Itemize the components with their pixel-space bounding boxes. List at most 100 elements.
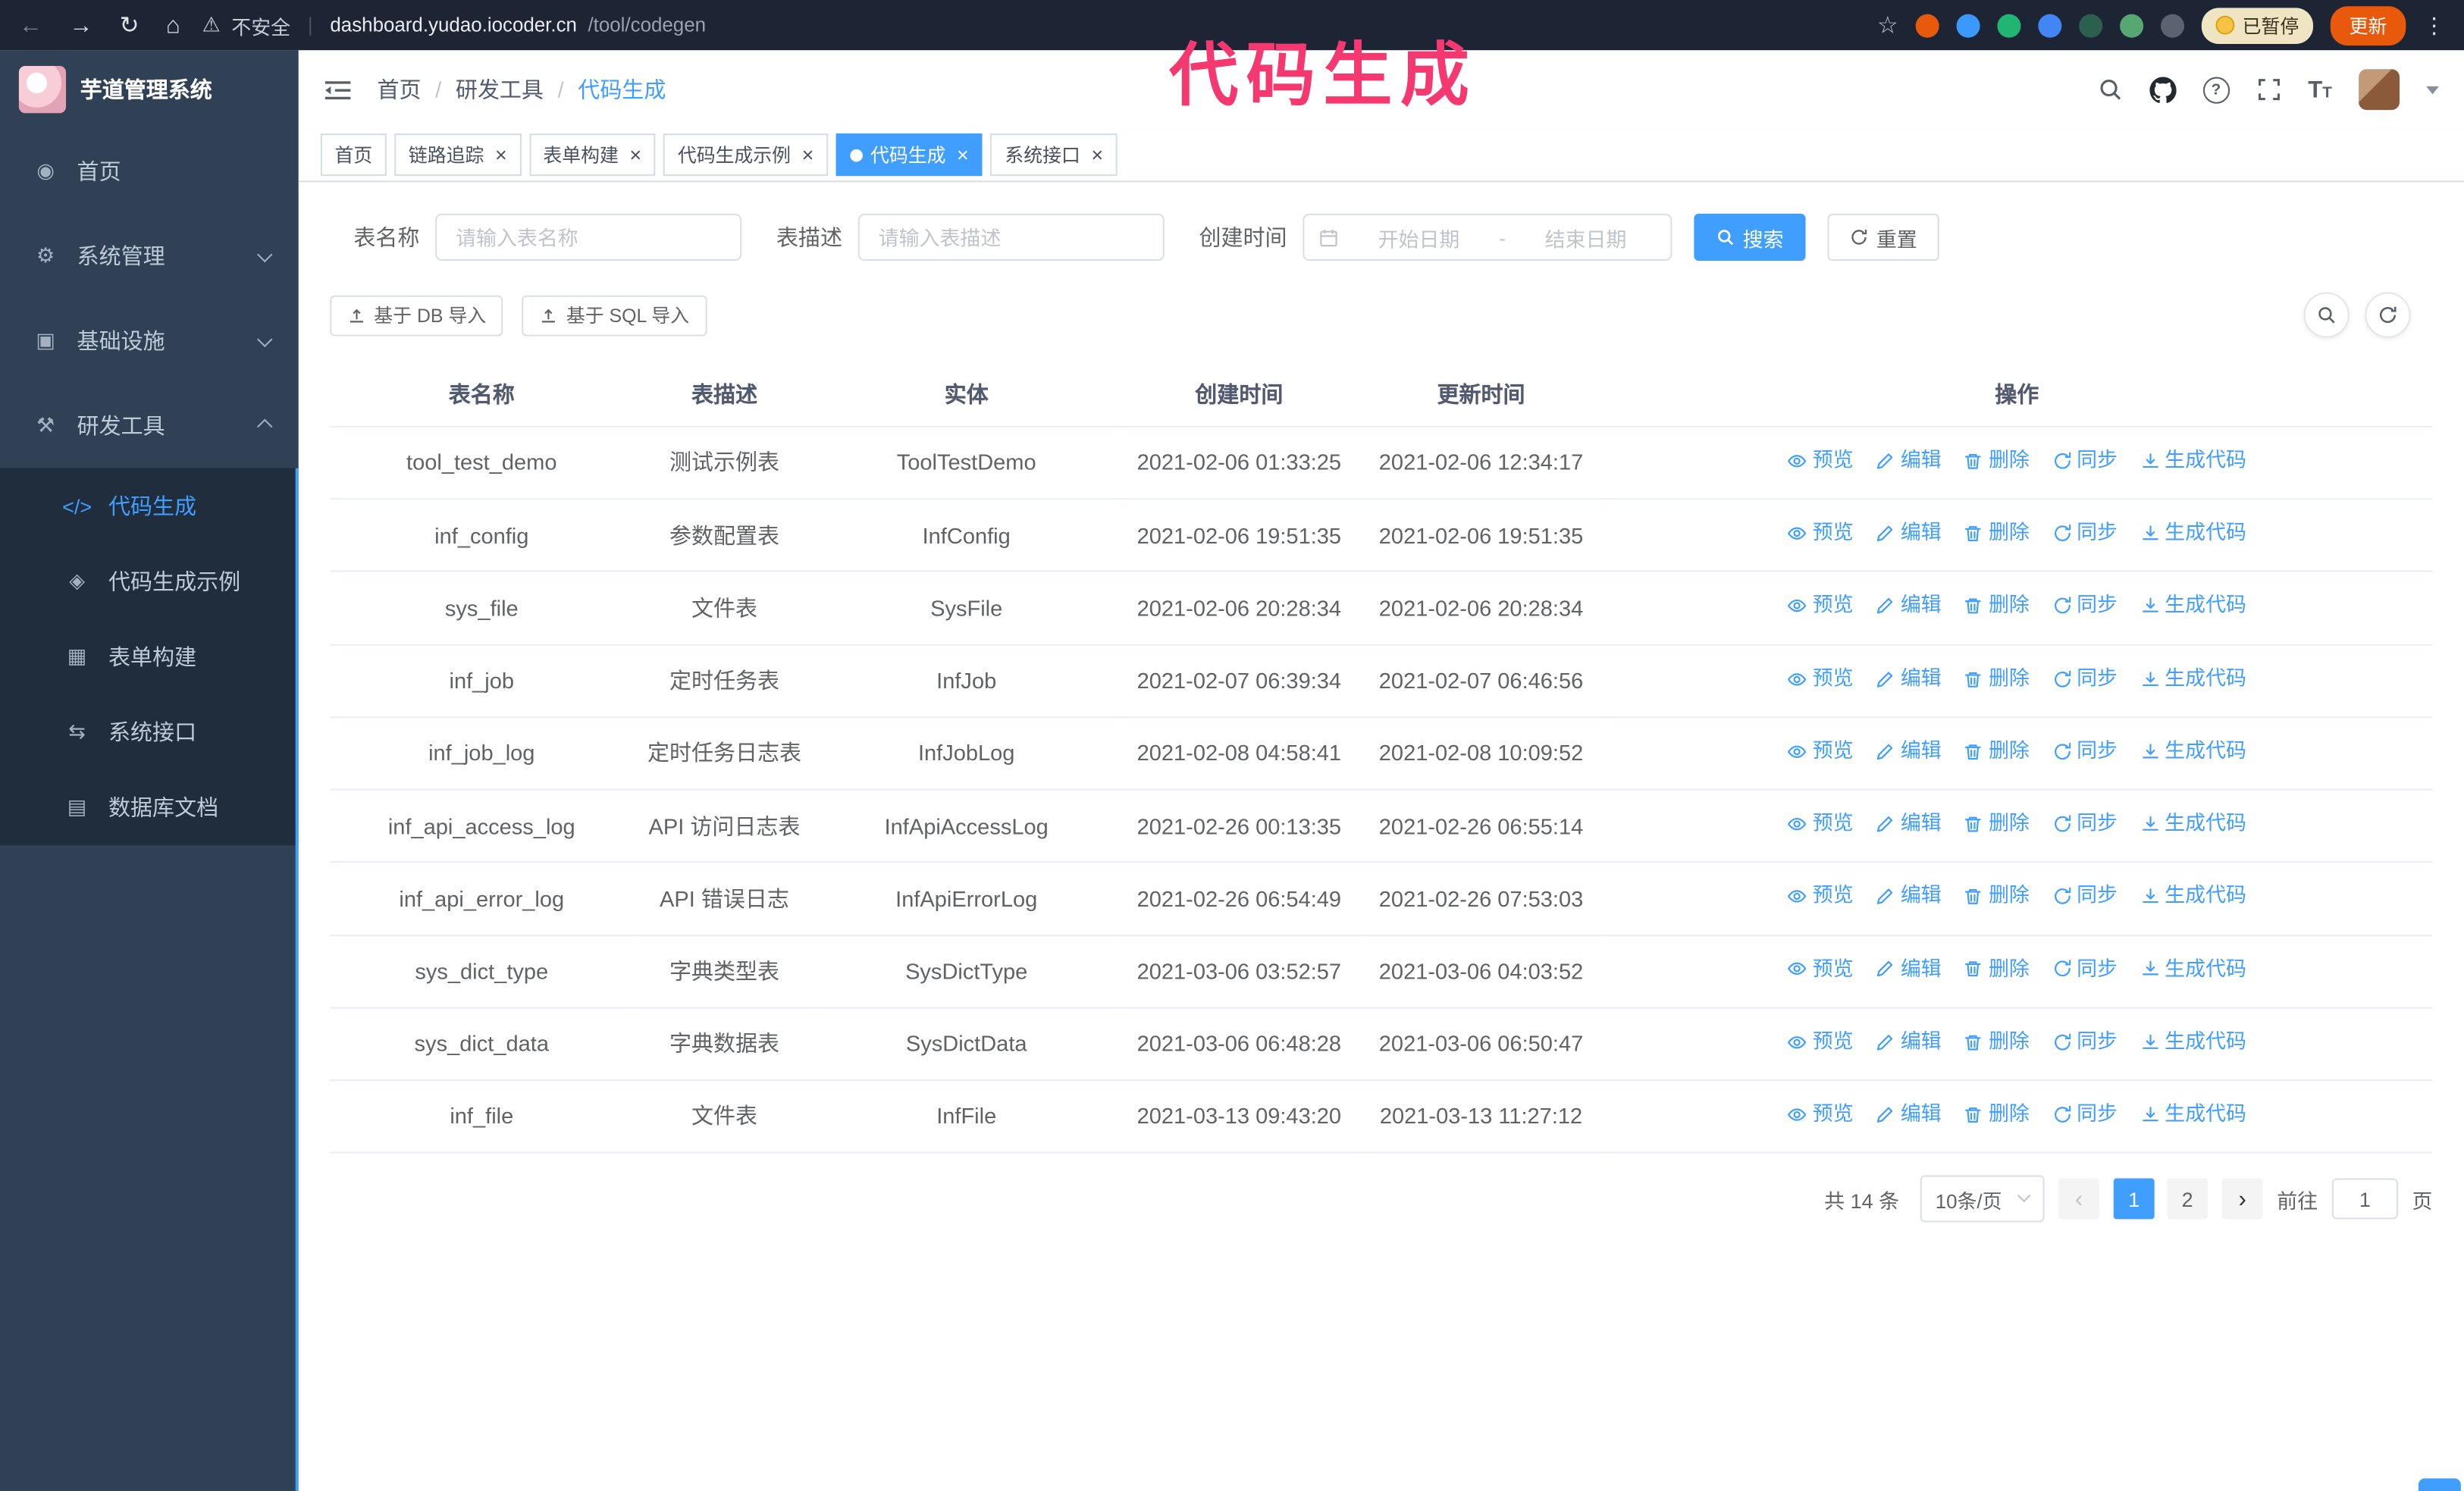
action-sync-link[interactable]: 同步 — [2052, 664, 2118, 694]
back-icon[interactable]: ← — [19, 14, 42, 37]
search-button[interactable]: 搜索 — [1694, 213, 1806, 262]
action-generate-link[interactable]: 生成代码 — [2140, 1027, 2246, 1057]
action-preview-link[interactable]: 预览 — [1788, 591, 1854, 621]
forward-icon[interactable]: → — [69, 14, 92, 37]
goto-page-input[interactable] — [2331, 1178, 2398, 1220]
sidebar-item-home[interactable]: ◉ 首页 — [0, 129, 299, 214]
action-delete-link[interactable]: 删除 — [1964, 591, 2030, 621]
date-range-picker[interactable]: 开始日期 - 结束日期 — [1303, 213, 1672, 262]
table-desc-input[interactable] — [857, 213, 1165, 262]
user-avatar[interactable] — [2359, 69, 2400, 111]
page-button[interactable]: 1 — [2113, 1178, 2155, 1220]
breadcrumb-item[interactable]: 首页 — [377, 74, 421, 105]
search-icon[interactable] — [2097, 77, 2122, 102]
action-generate-link[interactable]: 生成代码 — [2140, 664, 2246, 694]
action-delete-link[interactable]: 删除 — [1964, 1100, 2030, 1129]
action-edit-link[interactable]: 编辑 — [1876, 591, 1942, 621]
action-sync-link[interactable]: 同步 — [2052, 810, 2118, 839]
action-sync-link[interactable]: 同步 — [2052, 1027, 2118, 1057]
action-generate-link[interactable]: 生成代码 — [2140, 518, 2246, 548]
action-generate-link[interactable]: 生成代码 — [2140, 810, 2246, 839]
bookmark-star-icon[interactable]: ☆ — [1877, 11, 1898, 39]
action-sync-link[interactable]: 同步 — [2052, 954, 2118, 984]
sidebar-item-system[interactable]: ⚙ 系统管理 — [0, 214, 299, 299]
action-preview-link[interactable]: 预览 — [1788, 518, 1854, 548]
refresh-table-button[interactable] — [2365, 292, 2411, 338]
tab-item[interactable]: 系统接口 × — [990, 133, 1118, 177]
action-edit-link[interactable]: 编辑 — [1876, 954, 1942, 984]
action-delete-link[interactable]: 删除 — [1964, 446, 2030, 476]
tab-item[interactable]: 表单构建 × — [528, 133, 656, 177]
font-size-icon[interactable]: TT — [2308, 78, 2332, 102]
action-preview-link[interactable]: 预览 — [1788, 810, 1854, 839]
extension-icon[interactable] — [2079, 13, 2103, 37]
close-tab-icon[interactable]: × — [629, 145, 641, 165]
page-button[interactable]: 2 — [2167, 1178, 2209, 1220]
close-tab-icon[interactable]: × — [495, 145, 507, 165]
extension-icon[interactable] — [2160, 13, 2184, 37]
action-sync-link[interactable]: 同步 — [2052, 737, 2118, 766]
refresh-icon[interactable]: ↻ — [120, 14, 140, 37]
action-edit-link[interactable]: 编辑 — [1876, 446, 1942, 476]
chevron-down-icon[interactable] — [2426, 85, 2439, 94]
sidebar-item-system-api[interactable]: ⇆ 系统接口 — [0, 694, 299, 769]
backtop-button[interactable] — [2418, 1478, 2461, 1491]
import-sql-button[interactable]: 基于 SQL 导入 — [522, 294, 707, 336]
action-generate-link[interactable]: 生成代码 — [2140, 954, 2246, 984]
browser-menu-icon[interactable]: ⋮ — [2423, 12, 2445, 39]
table-name-input[interactable] — [435, 213, 742, 262]
sidebar-item-infra[interactable]: ▣ 基础设施 — [0, 299, 299, 384]
action-preview-link[interactable]: 预览 — [1788, 1100, 1854, 1129]
paused-badge[interactable]: 已暂停 — [2201, 7, 2313, 43]
help-icon[interactable]: ? — [2202, 76, 2230, 103]
action-preview-link[interactable]: 预览 — [1788, 882, 1854, 911]
action-preview-link[interactable]: 预览 — [1788, 737, 1854, 766]
tab-item[interactable]: 代码生成 × — [835, 133, 983, 177]
tab-item[interactable]: 链路追踪 × — [394, 133, 522, 177]
reset-button[interactable]: 重置 — [1827, 213, 1939, 262]
action-generate-link[interactable]: 生成代码 — [2140, 591, 2246, 621]
sidebar-item-db-doc[interactable]: ▤ 数据库文档 — [0, 770, 299, 845]
action-sync-link[interactable]: 同步 — [2052, 1100, 2118, 1129]
update-button[interactable]: 更新 — [2330, 5, 2406, 45]
action-generate-link[interactable]: 生成代码 — [2140, 882, 2246, 911]
action-edit-link[interactable]: 编辑 — [1876, 664, 1942, 694]
toggle-search-button[interactable] — [2303, 292, 2350, 338]
extension-icon[interactable] — [1915, 13, 1939, 37]
extension-icon[interactable] — [2120, 13, 2144, 37]
action-preview-link[interactable]: 预览 — [1788, 954, 1854, 984]
action-sync-link[interactable]: 同步 — [2052, 591, 2118, 621]
address-bar[interactable]: ⚠ 不安全 | dashboard.yudao.iocoder.cn/tool/… — [202, 10, 706, 39]
action-delete-link[interactable]: 删除 — [1964, 882, 2030, 911]
extension-icon[interactable] — [1997, 13, 2021, 37]
close-tab-icon[interactable]: × — [1091, 145, 1103, 165]
sidebar-item-devtools[interactable]: ⚒ 研发工具 — [0, 384, 299, 468]
close-tab-icon[interactable]: × — [957, 145, 969, 165]
action-delete-link[interactable]: 删除 — [1964, 954, 2030, 984]
sidebar-item-codegen-demo[interactable]: ◈ 代码生成示例 — [0, 543, 299, 619]
action-preview-link[interactable]: 预览 — [1788, 664, 1854, 694]
action-sync-link[interactable]: 同步 — [2052, 446, 2118, 476]
action-sync-link[interactable]: 同步 — [2052, 882, 2118, 911]
action-delete-link[interactable]: 删除 — [1964, 664, 2030, 694]
action-preview-link[interactable]: 预览 — [1788, 1027, 1854, 1057]
action-edit-link[interactable]: 编辑 — [1876, 1100, 1942, 1129]
sidebar-item-codegen[interactable]: </> 代码生成 — [0, 468, 299, 543]
action-sync-link[interactable]: 同步 — [2052, 518, 2118, 548]
action-delete-link[interactable]: 删除 — [1964, 1027, 2030, 1057]
app-logo[interactable]: 芋道管理系统 — [0, 50, 299, 129]
action-delete-link[interactable]: 删除 — [1964, 737, 2030, 766]
action-edit-link[interactable]: 编辑 — [1876, 737, 1942, 766]
action-edit-link[interactable]: 编辑 — [1876, 810, 1942, 839]
tab-item[interactable]: 代码生成示例 × — [663, 133, 828, 177]
sidebar-item-form-build[interactable]: ▦ 表单构建 — [0, 619, 299, 694]
action-edit-link[interactable]: 编辑 — [1876, 1027, 1942, 1057]
action-generate-link[interactable]: 生成代码 — [2140, 1100, 2246, 1129]
next-page-button[interactable]: › — [2221, 1178, 2263, 1220]
action-generate-link[interactable]: 生成代码 — [2140, 737, 2246, 766]
github-icon[interactable] — [2149, 76, 2177, 103]
prev-page-button[interactable]: ‹ — [2058, 1178, 2100, 1220]
home-icon[interactable]: ⌂ — [166, 14, 180, 37]
action-edit-link[interactable]: 编辑 — [1876, 518, 1942, 548]
page-size-select[interactable]: 10条/页 — [1919, 1175, 2045, 1223]
